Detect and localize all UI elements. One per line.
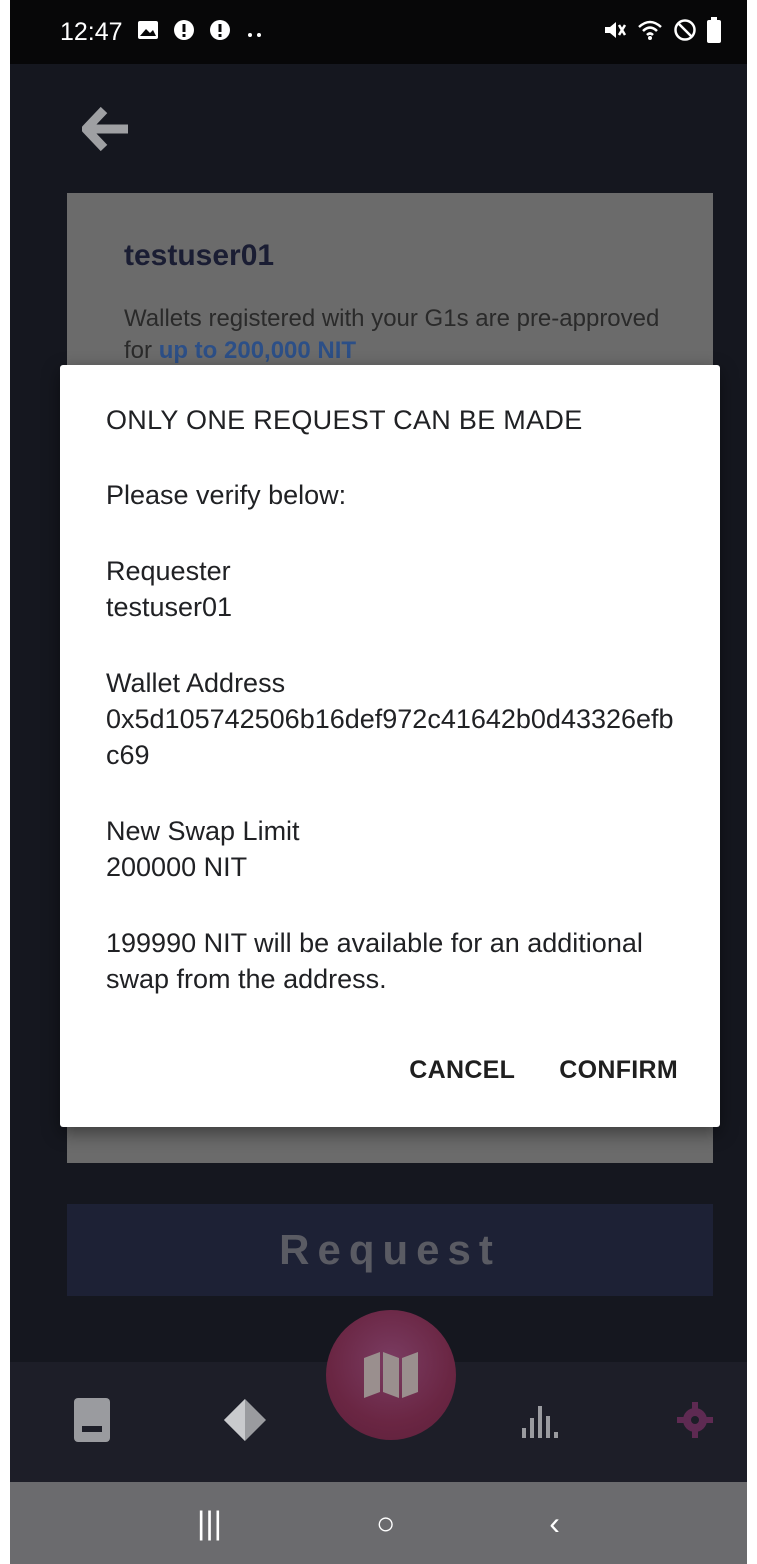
- card-username: testuser01: [124, 239, 275, 272]
- status-time: 12:47: [60, 17, 123, 46]
- nav-tag[interactable]: [215, 1390, 275, 1450]
- block-icon: [673, 18, 697, 46]
- more-dots-icon: [245, 21, 265, 43]
- status-right: [603, 17, 721, 47]
- chart-icon: [522, 1406, 558, 1438]
- dialog-body: Please verify below: Requester testuser0…: [106, 477, 686, 997]
- status-left: 12:47: [60, 18, 265, 47]
- requester-value: testuser01: [106, 592, 233, 622]
- image-icon: [137, 20, 159, 44]
- system-back-button[interactable]: ‹: [549, 1505, 560, 1542]
- wallet-value: 0x5d105742506b16def972c41642b0d43326efbc…: [106, 704, 674, 770]
- nav-wallet[interactable]: [62, 1390, 122, 1450]
- dialog-intro: Please verify below:: [106, 480, 347, 510]
- requester-label: Requester: [106, 556, 231, 586]
- nav-map-button[interactable]: [326, 1310, 456, 1440]
- battery-icon: [707, 17, 721, 47]
- alert-icon: [209, 19, 231, 45]
- home-button[interactable]: ○: [376, 1505, 395, 1542]
- dialog-actions: CANCEL CONFIRM: [409, 1056, 678, 1085]
- confirm-button[interactable]: CONFIRM: [559, 1056, 678, 1085]
- nav-chart[interactable]: [510, 1390, 570, 1450]
- limit-value: 200000 NIT: [106, 852, 248, 882]
- limit-section: New Swap Limit 200000 NIT: [106, 813, 686, 885]
- wallet-icon: [74, 1398, 110, 1442]
- availability-note: 199990 NIT will be available for an addi…: [106, 928, 643, 994]
- requester-section: Requester testuser01: [106, 553, 686, 625]
- phone-screen: 12:47 testuser01 Wallets registered with…: [10, 0, 747, 1564]
- request-button[interactable]: Request: [67, 1204, 713, 1296]
- tag-icon: [224, 1399, 266, 1441]
- card-note: Wallets registered with your G1s are pre…: [124, 303, 664, 367]
- arrow-left-icon: [81, 106, 128, 152]
- limit-label: New Swap Limit: [106, 816, 300, 846]
- wallet-label: Wallet Address: [106, 668, 286, 698]
- nav-settings[interactable]: [665, 1390, 725, 1450]
- recents-button[interactable]: |||: [197, 1505, 222, 1542]
- alert-icon: [173, 19, 195, 45]
- system-nav-bar: ||| ○ ‹: [10, 1482, 747, 1564]
- dialog-title: ONLY ONE REQUEST CAN BE MADE: [106, 405, 583, 435]
- card-note-highlight: up to 200,000 NIT: [158, 337, 357, 364]
- status-bar: 12:47: [10, 0, 747, 64]
- wallet-section: Wallet Address 0x5d105742506b16def972c41…: [106, 665, 686, 773]
- map-icon: [364, 1352, 418, 1398]
- wifi-icon: [637, 19, 663, 45]
- settings-icon: [677, 1402, 713, 1438]
- mute-icon: [603, 19, 627, 45]
- back-button[interactable]: [81, 106, 132, 152]
- cancel-button[interactable]: CANCEL: [409, 1056, 515, 1085]
- confirm-dialog: ONLY ONE REQUEST CAN BE MADE Please veri…: [60, 365, 720, 1127]
